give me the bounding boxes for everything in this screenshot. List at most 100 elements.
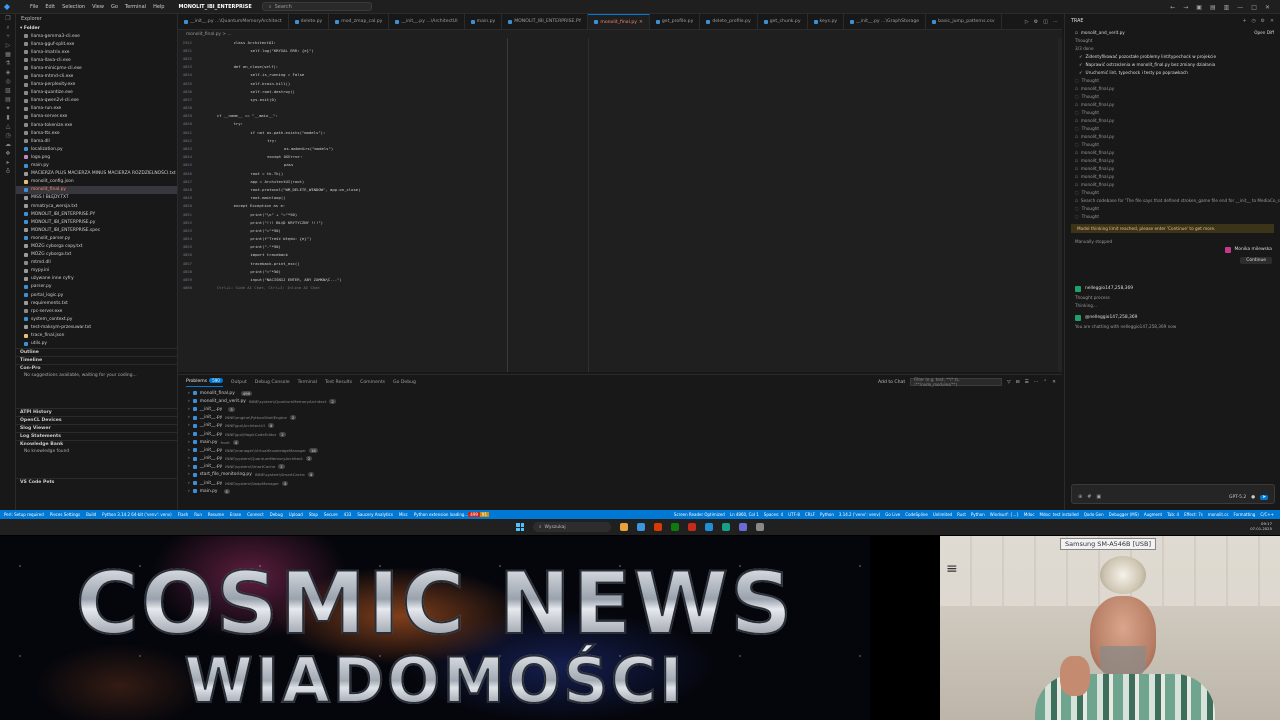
- status-item[interactable]: C/C++: [1260, 512, 1274, 517]
- thought-row[interactable]: Thought: [1065, 36, 1280, 44]
- minimize-icon[interactable]: —: [1237, 4, 1243, 11]
- close-tab-icon[interactable]: ✕: [639, 20, 643, 25]
- run-debug-icon[interactable]: ▷: [0, 41, 16, 50]
- debug-icon[interactable]: ⚙: [1034, 19, 1038, 25]
- maximize-icon[interactable]: □: [1251, 4, 1257, 11]
- file-item[interactable]: utils.py: [16, 340, 177, 348]
- panel-tab-output[interactable]: Output: [231, 380, 247, 385]
- docker-icon[interactable]: ▧: [0, 86, 16, 95]
- menu-item-go[interactable]: Go: [111, 4, 118, 10]
- file-item[interactable]: MONOLIT_IBI_ENTERPRISE.PY: [16, 210, 177, 218]
- taskbar-app-icon[interactable]: [688, 523, 696, 531]
- puzzle-icon[interactable]: ❖: [0, 149, 16, 158]
- file-item[interactable]: test-maksym-przesuwar.txt: [16, 323, 177, 331]
- file-item[interactable]: main.py: [16, 162, 177, 170]
- file-item[interactable]: mypy.ini: [16, 267, 177, 275]
- problem-row[interactable]: › __init__.py INNE\gui\MagicCodeEditor 2: [178, 430, 1062, 438]
- panel-tab-debug-console[interactable]: Debug Console: [255, 380, 290, 385]
- problem-row[interactable]: › monolit_and_verit.py INNE\system\Quantum…: [178, 397, 1062, 405]
- split-editor-icon[interactable]: ◫: [1043, 19, 1048, 25]
- status-item[interactable]: Qodo Gen: [1084, 512, 1104, 517]
- status-item[interactable]: Formatting: [1234, 512, 1256, 517]
- status-item[interactable]: Debugger (MS): [1109, 512, 1139, 517]
- status-item[interactable]: Flash: [178, 512, 188, 517]
- file-item[interactable]: monolit_config.json: [16, 178, 177, 186]
- problem-row[interactable]: › monolit_final.py 499: [178, 389, 1062, 397]
- problem-row[interactable]: › main.py front 4: [178, 438, 1062, 446]
- activity-item[interactable]: ◌ Thought: [1065, 204, 1280, 212]
- filter-icon[interactable]: ▽: [1007, 380, 1011, 385]
- extensions-icon[interactable]: ▦: [0, 50, 16, 59]
- editor-tab[interactable]: MONOLIT_IBI_ENTERPRISE.PY: [502, 14, 589, 29]
- layout-icon[interactable]: ▤: [1210, 4, 1216, 11]
- session-file[interactable]: ▫ monolit_and_verit.py Open Diff: [1065, 28, 1280, 36]
- file-item[interactable]: llama-llava-cli.exe: [16, 56, 177, 64]
- thought-process[interactable]: Thought process: [1065, 293, 1280, 301]
- collapse-all-icon[interactable]: ⊟: [1016, 380, 1020, 385]
- activity-item[interactable]: ◌ Thought: [1065, 76, 1280, 84]
- problems-filter-input[interactable]: Filter (e.g. text, **/*.ts, !**/node_mod…: [910, 377, 1003, 387]
- status-item[interactable]: Mdoc: test installed: [1040, 512, 1079, 517]
- taskbar-app-icon[interactable]: [705, 523, 713, 531]
- send-icon[interactable]: ➤: [1260, 495, 1268, 500]
- problem-row[interactable]: › start_file_monitoring.py INNE\system\Sma…: [178, 471, 1062, 479]
- todo-header[interactable]: 3/3 done: [1065, 44, 1280, 52]
- cloud-icon[interactable]: ☁: [0, 140, 16, 149]
- file-item[interactable]: llama-tts.exe: [16, 129, 177, 137]
- activity-item[interactable]: ▫ Search codebase for 'The file says that…: [1065, 196, 1280, 204]
- explorer-icon[interactable]: ❐: [0, 14, 16, 23]
- vscode-pets-section[interactable]: VS Code Pets: [16, 477, 177, 486]
- status-item[interactable]: Unlimited: [933, 512, 952, 517]
- activity-item[interactable]: ▫ monolit_final.py: [1065, 100, 1280, 108]
- activity-item[interactable]: ◌ Thought: [1065, 108, 1280, 116]
- activity-item[interactable]: ◌ Thought: [1065, 124, 1280, 132]
- chat-input[interactable]: ⊕ # ▣ GPT-5.2 ● ➤: [1071, 484, 1275, 504]
- timeline-section[interactable]: Timeline: [16, 355, 177, 364]
- file-item[interactable]: monolit_parser.py: [16, 234, 177, 242]
- taskbar-search[interactable]: ⌕ Wyszukaj: [533, 522, 611, 532]
- more-icon[interactable]: ⋯: [1034, 380, 1039, 385]
- activity-item[interactable]: ◌ Thought: [1065, 140, 1280, 148]
- status-item[interactable]: Go Live: [885, 512, 900, 517]
- activity-item[interactable]: ▫ monolit_final.py: [1065, 164, 1280, 172]
- file-item[interactable]: llama-gemma3-cli.exe: [16, 32, 177, 40]
- database-icon[interactable]: ▤: [0, 95, 16, 104]
- file-item[interactable]: monolit_final.py: [16, 185, 177, 194]
- menu-item-file[interactable]: File: [30, 4, 38, 10]
- conpro-section[interactable]: Con-Pro: [16, 363, 177, 372]
- status-item[interactable]: Connect: [247, 512, 264, 517]
- history-icon[interactable]: ◷: [1251, 19, 1255, 24]
- testing-icon[interactable]: ⚗: [0, 59, 16, 68]
- status-item[interactable]: Build: [86, 512, 96, 517]
- remote-icon[interactable]: ◈: [0, 68, 16, 77]
- problem-row[interactable]: › main.py 5: [178, 487, 1062, 495]
- file-item[interactable]: rpc-server.exe: [16, 307, 177, 315]
- problem-row[interactable]: › __init__.py INNE\gui\ArchitectUI 4: [178, 422, 1062, 430]
- file-item[interactable]: MÓZG cyborga.txt: [16, 251, 177, 259]
- activity-item[interactable]: ◌ Thought: [1065, 92, 1280, 100]
- panel-tab-test-results[interactable]: Test Results: [325, 380, 352, 385]
- panel-tab-terminal[interactable]: Terminal: [298, 380, 317, 385]
- menu-item-view[interactable]: View: [92, 4, 104, 10]
- file-item[interactable]: llama-gguf-split.exe: [16, 40, 177, 48]
- file-item[interactable]: llama-server.exe: [16, 113, 177, 121]
- ai-chat-icon[interactable]: ✦: [0, 104, 16, 113]
- file-item[interactable]: requirements.txt: [16, 299, 177, 307]
- status-item[interactable]: Tab: 4: [1167, 512, 1179, 517]
- layout-icon[interactable]: ▣: [1196, 4, 1202, 11]
- status-item[interactable]: Python 3.14.2 64-bit ('venv': venv): [102, 512, 172, 517]
- status-item[interactable]: Erase: [230, 512, 241, 517]
- status-item[interactable]: Ln 4860, Col 1: [730, 512, 759, 517]
- problem-row[interactable]: › __init__.py INNE\system\QuantumMemoryArc…: [178, 455, 1062, 463]
- back-icon[interactable]: ←: [1170, 4, 1175, 11]
- editor-tab[interactable]: keys.py: [808, 14, 845, 29]
- activity-item[interactable]: ▫ monolit_final.py: [1065, 148, 1280, 156]
- editor-scrollbar[interactable]: [1058, 38, 1062, 372]
- outline-section[interactable]: Outline: [16, 347, 177, 356]
- file-item[interactable]: logo.png: [16, 153, 177, 161]
- status-item[interactable]: Rust: [957, 512, 966, 517]
- taskbar-clock[interactable]: 09:17 07.01.2025: [1250, 521, 1272, 531]
- editor-tab[interactable]: main.py: [465, 14, 503, 29]
- editor-tab[interactable]: __init__.py ...\ArchitectUI: [389, 14, 465, 29]
- file-item[interactable]: llama-run.exe: [16, 105, 177, 113]
